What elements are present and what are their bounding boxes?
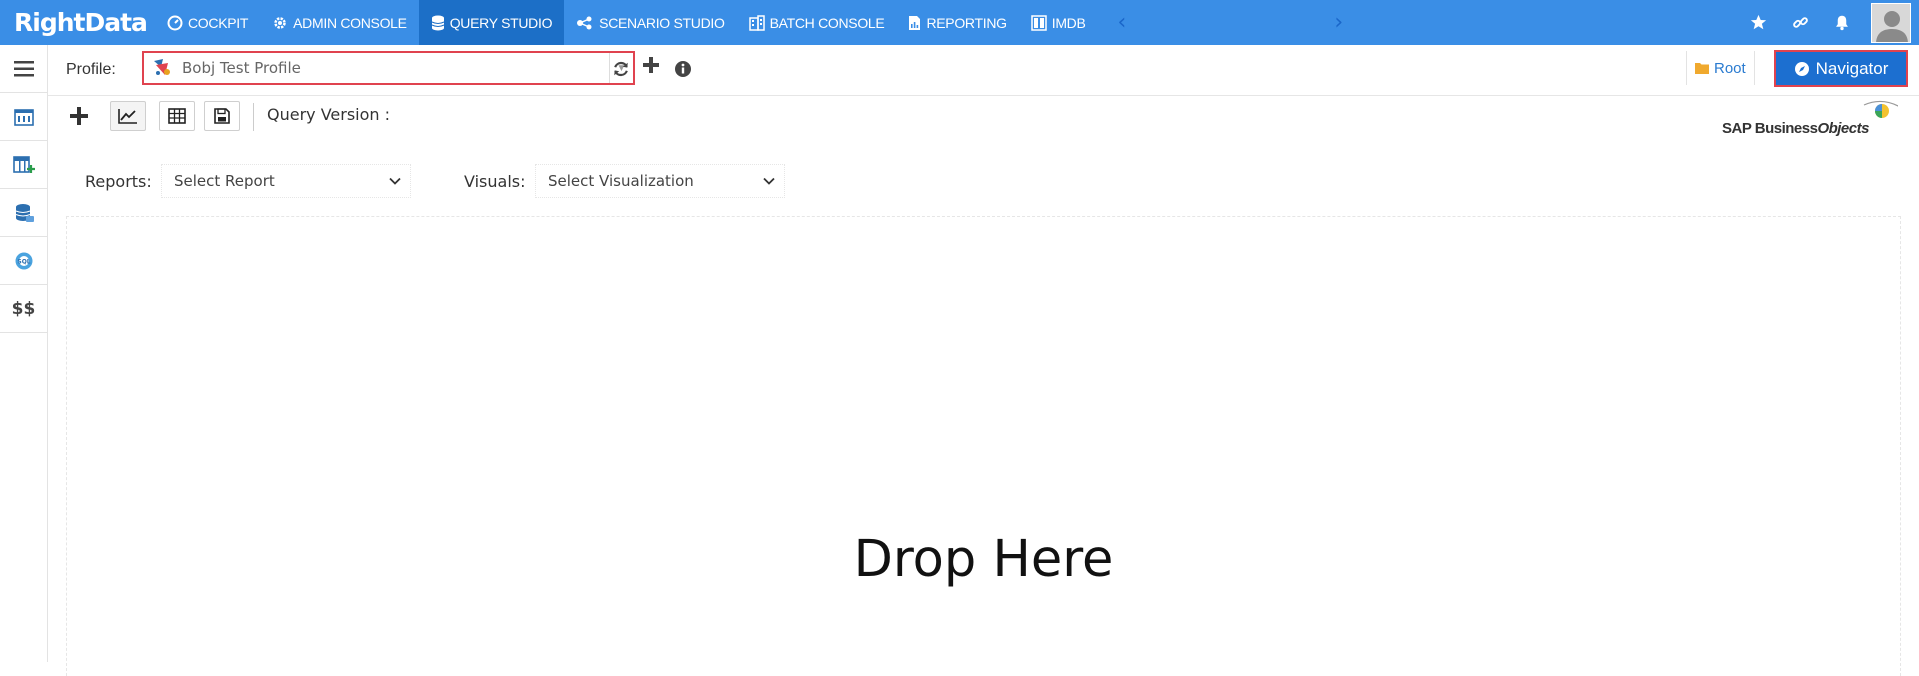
nav-label: IMDB xyxy=(1051,14,1086,31)
cockpit-icon xyxy=(167,15,183,30)
table-view-button[interactable] xyxy=(159,101,195,131)
chevron-right-icon: › xyxy=(1334,10,1344,35)
nav-label: ADMIN CONSOLE xyxy=(293,14,407,31)
notifications-button[interactable] xyxy=(1821,0,1863,45)
visuals-label: Visuals: xyxy=(464,172,526,191)
columns-icon xyxy=(1030,14,1047,31)
drop-zone-text: Drop Here xyxy=(853,530,1114,589)
scenario-icon xyxy=(577,16,592,29)
rightdata-logo[interactable]: RightData xyxy=(0,0,155,45)
root-link-label: Root xyxy=(1714,59,1746,77)
sidebar-item-add-table[interactable] xyxy=(0,141,47,189)
folder-icon xyxy=(1695,63,1709,74)
calendar-table-icon xyxy=(13,108,34,126)
chevron-down-icon xyxy=(389,177,401,185)
plus-icon xyxy=(643,57,659,73)
favorites-button[interactable] xyxy=(1737,0,1779,45)
nav-item-reporting[interactable]: REPORTING xyxy=(896,0,1018,45)
nav-item-imdb[interactable]: IMDB xyxy=(1019,0,1098,45)
navigator-button-label: Navigator xyxy=(1815,58,1889,78)
drop-zone[interactable]: Drop Here xyxy=(66,216,1901,676)
links-button[interactable] xyxy=(1779,0,1821,45)
money-icon: $$ xyxy=(11,298,36,319)
add-profile-button[interactable] xyxy=(639,53,663,77)
table-icon xyxy=(168,108,186,124)
query-version-label: Query Version : xyxy=(267,105,391,124)
save-icon xyxy=(214,108,230,124)
sidebar-item-cost[interactable]: $$ xyxy=(0,285,47,333)
reports-label: Reports: xyxy=(85,172,152,191)
refresh-profile-button[interactable] xyxy=(609,57,633,81)
profile-bar: Profile: Bobj Test Profile ▼ Root Naviga… xyxy=(48,45,1919,96)
compass-icon xyxy=(1794,61,1809,76)
sql-globe-icon: SQL xyxy=(15,252,32,269)
link-icon xyxy=(1792,17,1808,28)
bobj-profile-icon xyxy=(154,59,170,75)
sidebar-item-database[interactable] xyxy=(0,189,47,237)
nav-item-cockpit[interactable]: COCKPIT xyxy=(155,0,260,45)
report-select[interactable]: Select Report xyxy=(161,164,411,198)
profile-select[interactable]: Bobj Test Profile ▼ xyxy=(142,51,635,85)
logo-text: RightData xyxy=(14,8,148,37)
sap-logo-main-text: SAP Business xyxy=(1722,120,1818,137)
profile-label: Profile: xyxy=(66,61,116,78)
info-icon xyxy=(675,61,691,77)
profile-select-value: Bobj Test Profile xyxy=(182,59,301,77)
profile-info-button[interactable] xyxy=(671,57,695,81)
star-icon xyxy=(1750,14,1766,30)
nav-next-arrow[interactable]: › xyxy=(1324,0,1353,45)
database-icon xyxy=(431,15,444,30)
sap-businessobjects-logo: SAP BusinessObjects xyxy=(1718,97,1901,141)
building-icon xyxy=(748,14,765,31)
refresh-icon xyxy=(614,61,628,77)
left-sidebar: SQL $$ xyxy=(0,45,48,662)
nav-item-scenario-studio[interactable]: SCENARIO STUDIO xyxy=(564,0,736,45)
report-visual-selectors: Reports: Select Report Visuals: Select V… xyxy=(48,160,1919,200)
gear-icon xyxy=(274,16,286,29)
top-navigation-bar: RightData COCKPIT ADMIN CONSOLE QUERY ST… xyxy=(0,0,1919,45)
chart-view-button[interactable] xyxy=(110,101,146,131)
database-sql-icon xyxy=(15,203,34,222)
report-icon xyxy=(909,15,921,30)
chevron-left-icon: ‹ xyxy=(1117,10,1127,35)
menu-toggle-button[interactable] xyxy=(0,45,47,93)
root-folder-link[interactable]: Root xyxy=(1686,51,1755,85)
sap-logo-bold-text: Objects xyxy=(1817,120,1869,137)
nav-item-admin-console[interactable]: ADMIN CONSOLE xyxy=(260,0,419,45)
nav-label: QUERY STUDIO xyxy=(449,14,553,31)
svg-text:SQL: SQL xyxy=(17,258,30,265)
sidebar-item-sql-query[interactable]: SQL xyxy=(0,237,47,285)
user-avatar[interactable] xyxy=(1871,2,1911,43)
navigator-button[interactable]: Navigator xyxy=(1774,50,1908,87)
save-query-button[interactable] xyxy=(204,101,240,131)
user-silhouette-icon xyxy=(1872,3,1910,42)
bell-icon xyxy=(1836,15,1848,31)
svg-text:SAP BusinessObjects: SAP BusinessObjects xyxy=(1722,120,1869,137)
nav-item-batch-console[interactable]: BATCH CONSOLE xyxy=(737,0,897,45)
visualization-select[interactable]: Select Visualization xyxy=(535,164,785,198)
nav-item-query-studio[interactable]: QUERY STUDIO xyxy=(418,0,565,45)
visualization-select-value: Select Visualization xyxy=(548,172,694,190)
table-add-icon xyxy=(12,155,35,173)
sidebar-item-data-sources[interactable] xyxy=(0,93,47,141)
nav-label: BATCH CONSOLE xyxy=(769,14,885,31)
line-chart-icon xyxy=(118,109,137,124)
report-select-value: Select Report xyxy=(174,172,275,190)
chevron-down-icon xyxy=(763,177,775,185)
nav-prev-arrow[interactable]: ‹ xyxy=(1108,0,1137,45)
plus-icon xyxy=(70,107,88,125)
new-query-button[interactable] xyxy=(66,103,92,129)
nav-label: REPORTING xyxy=(926,14,1007,31)
query-toolbar: Query Version : SAP BusinessObjects xyxy=(48,97,1919,139)
hamburger-icon xyxy=(13,60,34,76)
nav-label: COCKPIT xyxy=(188,14,249,31)
nav-label: SCENARIO STUDIO xyxy=(599,14,725,31)
